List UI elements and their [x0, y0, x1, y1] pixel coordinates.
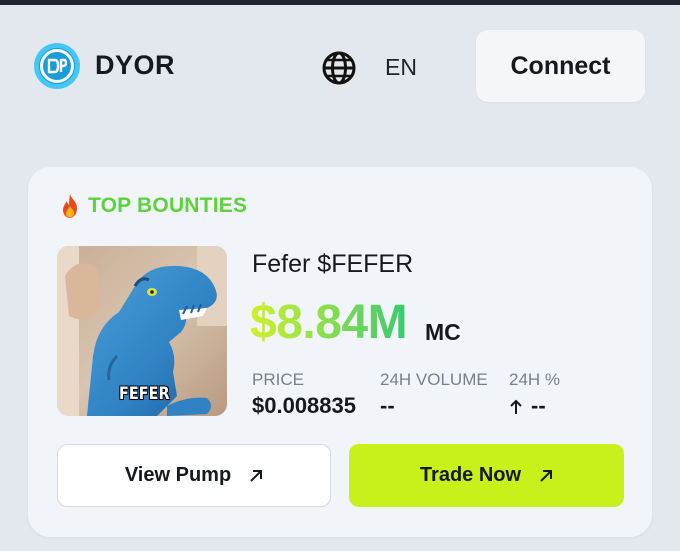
price-value: $0.008835 — [252, 393, 356, 418]
top-bounties-heading: TOP BOUNTIES — [58, 193, 247, 219]
top-bounties-card: TOP BOUNTIES FEFER Fefer $FEFER $8.84M M… — [28, 167, 652, 537]
external-link-arrow-icon — [250, 469, 263, 482]
token-image[interactable]: FEFER — [57, 246, 227, 416]
volume-label: 24H VOLUME — [380, 370, 488, 389]
view-pump-button[interactable]: View Pump — [57, 444, 331, 507]
brand-name[interactable]: DYOR — [95, 50, 175, 81]
dyor-logo-icon[interactable] — [34, 43, 80, 89]
token-image-label: FEFER — [119, 384, 170, 404]
arrow-up-icon — [510, 399, 522, 415]
market-cap-value: $8.84M — [250, 296, 408, 349]
connect-button[interactable]: Connect — [476, 30, 645, 102]
price-label: PRICE — [252, 370, 304, 389]
top-bounties-title: TOP BOUNTIES — [88, 194, 248, 217]
change-stat: -- — [509, 393, 546, 419]
logo-mark — [40, 49, 74, 83]
globe-icon[interactable] — [321, 50, 357, 86]
volume-value: -- — [380, 393, 395, 418]
fire-icon — [63, 194, 77, 218]
change-label: 24H % — [509, 370, 561, 389]
header: DYOR EN Connect — [0, 5, 680, 115]
language-selector[interactable]: EN — [385, 54, 417, 81]
token-name[interactable]: Fefer $FEFER — [252, 250, 413, 279]
change-value: -- — [531, 393, 546, 418]
trade-now-button[interactable]: Trade Now — [349, 444, 624, 507]
market-cap-label: MC — [425, 319, 461, 345]
view-pump-label: View Pump — [124, 464, 232, 486]
trade-now-label: Trade Now — [419, 464, 522, 486]
external-link-arrow-icon — [540, 469, 553, 482]
